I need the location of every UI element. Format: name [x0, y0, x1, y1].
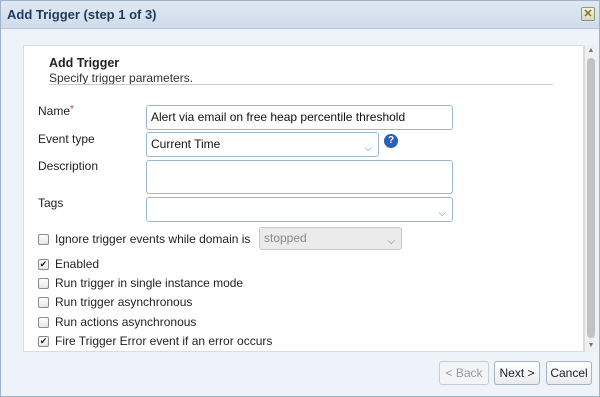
dialog-content: Add Trigger Specify trigger parameters. … — [23, 45, 584, 352]
tags-input[interactable]: ⌵ — [146, 197, 453, 222]
required-marker: * — [70, 104, 74, 115]
chevron-down-icon: ⌵ — [438, 208, 446, 219]
close-icon[interactable]: ✕ — [581, 7, 595, 21]
fire-error-row: ✔ Fire Trigger Error event if an error o… — [38, 333, 272, 349]
section-divider — [49, 84, 553, 85]
name-label-text: Name — [38, 104, 71, 118]
section-header: Add Trigger Specify trigger parameters. — [49, 56, 193, 85]
single-instance-label: Run trigger in single instance mode — [55, 276, 244, 290]
actions-async-row: Run actions asynchronous — [38, 314, 196, 330]
description-label: Description — [38, 159, 99, 173]
ignore-events-row: Ignore trigger events while domain is — [38, 231, 250, 247]
section-subtitle: Specify trigger parameters. — [49, 71, 194, 85]
domain-state-value: stopped — [264, 231, 307, 245]
single-instance-checkbox[interactable] — [38, 277, 49, 289]
enabled-row: ✔ Enabled — [38, 256, 99, 272]
enabled-checkbox[interactable]: ✔ — [38, 258, 49, 270]
event-type-value: Current Time — [151, 137, 221, 151]
fire-error-label: Fire Trigger Error event if an error occ… — [55, 334, 273, 348]
content-scrollbar[interactable]: ▲ ▼ — [584, 45, 597, 352]
run-async-checkbox[interactable] — [38, 296, 49, 308]
add-trigger-dialog: Add Trigger (step 1 of 3) ✕ Add Trigger … — [0, 0, 600, 397]
ignore-events-label: Ignore trigger events while domain is — [55, 232, 251, 246]
section-title: Add Trigger — [49, 56, 120, 70]
scroll-up-icon[interactable]: ▲ — [585, 45, 597, 57]
cancel-button[interactable]: Cancel — [546, 361, 592, 385]
dialog-title: Add Trigger (step 1 of 3) — [7, 7, 157, 22]
back-button[interactable]: < Back — [439, 361, 489, 385]
scroll-down-icon[interactable]: ▼ — [585, 340, 597, 352]
run-async-label: Run trigger asynchronous — [55, 295, 193, 309]
scrollbar-thumb[interactable] — [587, 58, 595, 338]
domain-state-select: stopped ⌵ — [259, 227, 402, 250]
tags-label: Tags — [38, 196, 64, 210]
fire-error-checkbox[interactable]: ✔ — [38, 335, 49, 347]
run-async-row: Run trigger asynchronous — [38, 294, 192, 310]
chevron-down-icon: ⌵ — [364, 143, 372, 154]
next-button[interactable]: Next > — [494, 361, 540, 385]
actions-async-label: Run actions asynchronous — [55, 315, 197, 329]
dialog-titlebar[interactable]: Add Trigger (step 1 of 3) ✕ — [1, 1, 599, 29]
help-icon[interactable]: ? — [384, 134, 398, 148]
event-type-select[interactable]: Current Time ⌵ — [146, 132, 379, 157]
name-label: Name* — [38, 104, 74, 118]
ignore-events-checkbox[interactable] — [38, 233, 49, 245]
event-type-label: Event type — [38, 132, 95, 146]
chevron-down-icon: ⌵ — [387, 236, 395, 247]
actions-async-checkbox[interactable] — [38, 316, 49, 328]
single-instance-row: Run trigger in single instance mode — [38, 275, 243, 291]
name-input[interactable]: Alert via email on free heap percentile … — [146, 105, 453, 130]
enabled-label: Enabled — [55, 257, 100, 271]
description-input[interactable] — [146, 160, 453, 194]
